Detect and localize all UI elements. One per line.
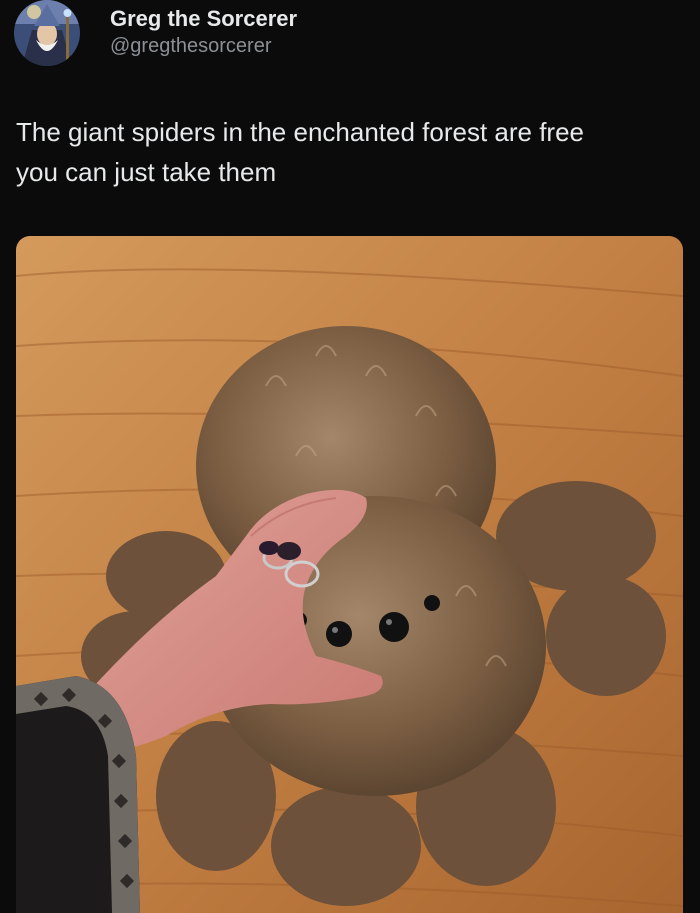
tweet-text-line-1: The giant spiders in the enchanted fores…	[16, 117, 585, 147]
wizard-avatar-icon	[14, 0, 80, 66]
tweet-text-line-2: you can just take them	[16, 157, 277, 187]
sleeve	[16, 676, 140, 913]
tweet-card: Greg the Sorcerer @gregthesorcerer The g…	[0, 0, 700, 913]
tweet-header: Greg the Sorcerer @gregthesorcerer	[14, 0, 297, 74]
avatar[interactable]	[14, 0, 80, 66]
author-names: Greg the Sorcerer @gregthesorcerer	[110, 4, 297, 58]
tweet-text: The giant spiders in the enchanted fores…	[16, 112, 696, 192]
author-display-name[interactable]: Greg the Sorcerer	[110, 4, 297, 34]
author-handle[interactable]: @gregthesorcerer	[110, 34, 297, 58]
tweet-media[interactable]	[16, 236, 683, 913]
plush-spider-photo	[16, 236, 683, 913]
